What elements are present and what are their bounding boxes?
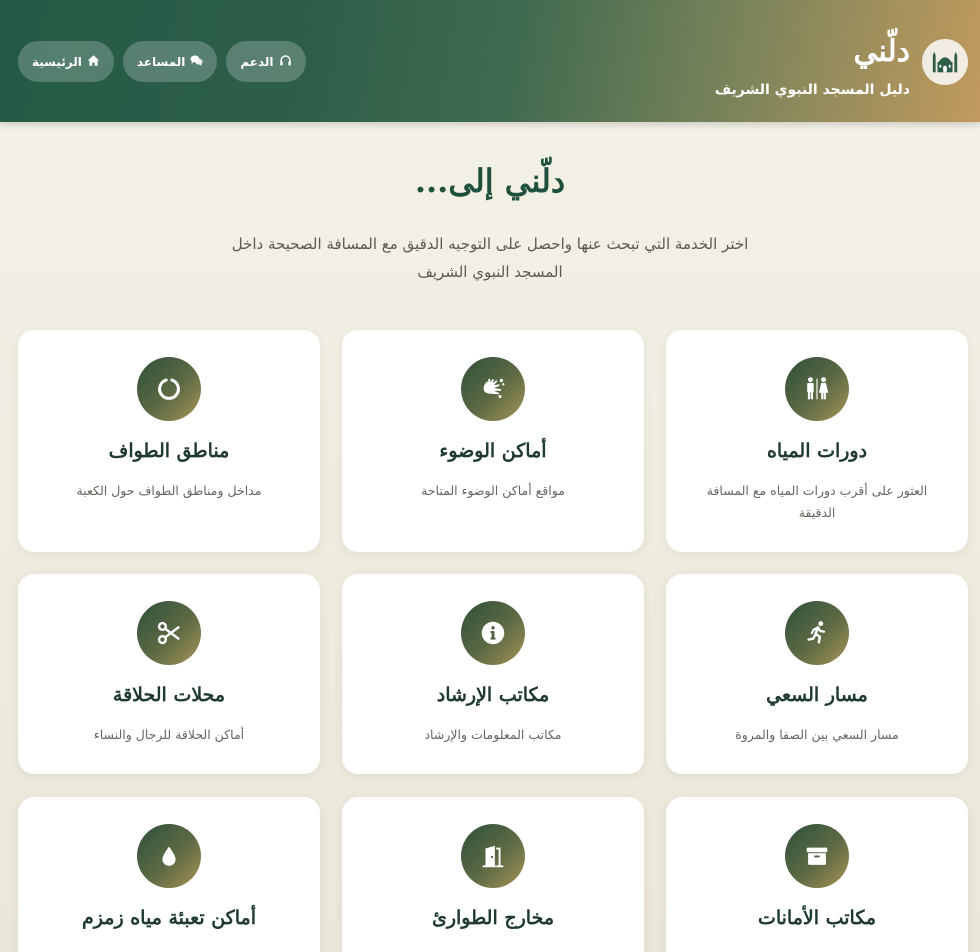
info-icon: [461, 601, 525, 665]
service-card-zamzam[interactable]: أماكن تعبئة مياه زمزم: [18, 797, 320, 952]
service-title: أماكن الوضوء: [439, 440, 547, 462]
circle-notch-icon: [137, 357, 201, 421]
service-card-sai[interactable]: مسار السعي مسار السعي بين الصفا والمروة: [666, 574, 968, 774]
nav-home-label: الرئيسية: [32, 54, 82, 69]
service-card-guidance[interactable]: مكاتب الإرشاد مكاتب المعلومات والإرشاد: [342, 574, 644, 774]
service-description: مواقع أماكن الوضوء المتاحة: [421, 483, 565, 498]
archive-box-icon: [785, 824, 849, 888]
header-nav: الرئيسية المساعد الدعم: [18, 41, 306, 82]
service-title: مكاتب الإرشاد: [436, 684, 550, 706]
nav-support-button[interactable]: الدعم: [226, 41, 306, 82]
service-description: مداخل ومناطق الطواف حول الكعبة: [76, 483, 262, 498]
chat-icon: [190, 54, 203, 70]
home-icon: [87, 54, 100, 70]
service-card-deposits[interactable]: مكاتب الأمانات: [666, 797, 968, 952]
service-card-tawaf[interactable]: مناطق الطواف مداخل ومناطق الطواف حول الك…: [18, 330, 320, 552]
service-card-restrooms[interactable]: دورات المياه العثور على أقرب دورات الميا…: [666, 330, 968, 552]
service-description: العثور على أقرب دورات المياه مع المسافة …: [706, 483, 928, 520]
restroom-icon: [785, 357, 849, 421]
mosque-icon: [922, 39, 968, 85]
service-title: مخارج الطوارئ: [431, 907, 555, 929]
service-title: مسار السعي: [766, 684, 868, 706]
service-title: محلات الحلاقة: [112, 684, 226, 706]
service-description: أماكن الحلاقة للرجال والنساء: [93, 727, 245, 742]
service-description: مكاتب المعلومات والإرشاد: [424, 727, 562, 742]
water-drop-icon: [137, 824, 201, 888]
page-title: دلّني إلى...: [414, 162, 566, 200]
service-card-emergency-exits[interactable]: مخارج الطوارئ: [342, 797, 644, 952]
nav-support-label: الدعم: [240, 54, 274, 69]
service-card-ablution[interactable]: أماكن الوضوء مواقع أماكن الوضوء المتاحة: [342, 330, 644, 552]
app-title: دلّني: [853, 34, 910, 69]
hands-wash-icon: [461, 357, 525, 421]
app-header: دلّني دليل المسجد النبوي الشريف الرئيسية…: [0, 0, 980, 122]
page-description: اختر الخدمة التي تبحث عنها واحصل على الت…: [231, 235, 749, 281]
service-title: دورات المياه: [766, 440, 868, 462]
nav-assistant-button[interactable]: المساعد: [122, 41, 218, 82]
nav-assistant-label: المساعد: [136, 54, 186, 69]
headset-icon: [279, 54, 292, 70]
service-title: أماكن تعبئة مياه زمزم: [82, 907, 256, 929]
door-exit-icon: [461, 824, 525, 888]
service-description: مسار السعي بين الصفا والمروة: [735, 727, 899, 742]
scissors-icon: [137, 601, 201, 665]
brand[interactable]: دلّني دليل المسجد النبوي الشريف: [715, 34, 968, 104]
service-title: مكاتب الأمانات: [757, 907, 877, 929]
running-icon: [785, 601, 849, 665]
service-card-barbers[interactable]: محلات الحلاقة أماكن الحلاقة للرجال والنس…: [18, 574, 320, 774]
nav-home-button[interactable]: الرئيسية: [18, 41, 114, 82]
app-subtitle: دليل المسجد النبوي الشريف: [714, 82, 910, 98]
service-title: مناطق الطواف: [108, 440, 230, 462]
